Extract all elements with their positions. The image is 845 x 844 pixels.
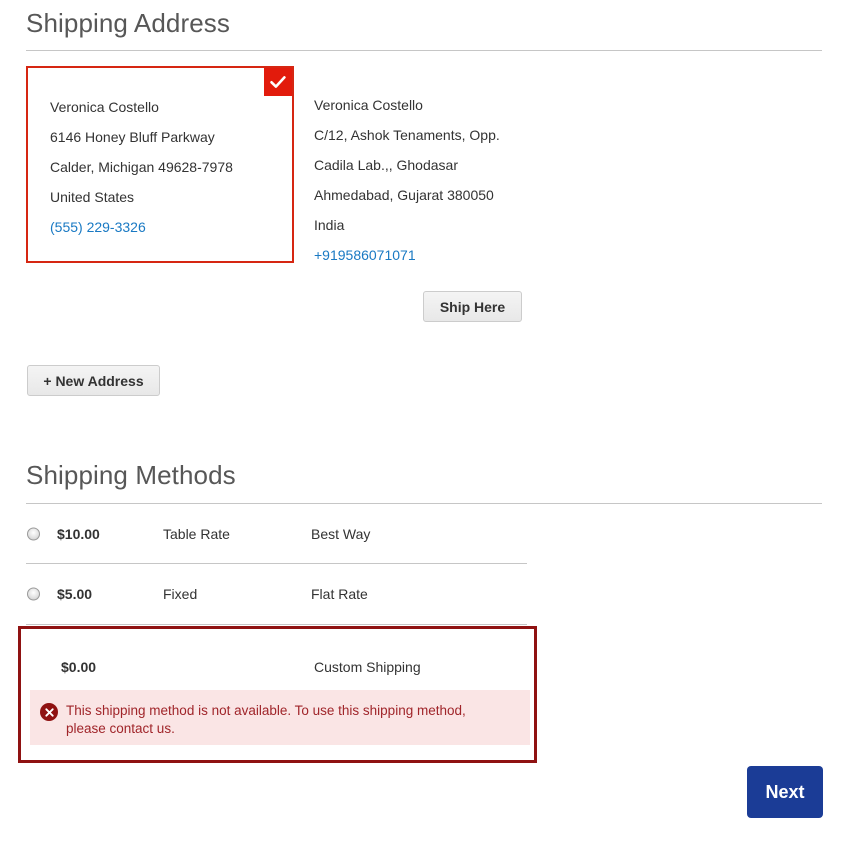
- shipping-price: $5.00: [57, 586, 93, 602]
- address-name: Veronica Costello: [314, 97, 423, 113]
- address-street: 6146 Honey Bluff Parkway: [50, 129, 215, 145]
- shipping-address-divider: [26, 50, 822, 51]
- table-row-divider: [26, 624, 527, 625]
- shipping-method-name: Flat Rate: [311, 586, 368, 602]
- page-title-shipping-address: Shipping Address: [26, 8, 230, 38]
- table-row-unavailable[interactable]: $0.00 Custom Shipping This shipping meth…: [18, 626, 537, 763]
- error-circle-x-icon: [40, 703, 58, 721]
- address-phone-link[interactable]: +919586071071: [314, 240, 614, 270]
- page-title-shipping-methods: Shipping Methods: [26, 460, 236, 490]
- error-message-text: This shipping method is not available. T…: [66, 703, 466, 736]
- address-street: C/12, Ashok Tenaments, Opp.: [314, 127, 500, 143]
- shipping-methods-divider: [26, 503, 822, 504]
- next-button[interactable]: Next: [747, 766, 823, 818]
- shipping-carrier: Fixed: [163, 586, 198, 602]
- address-street-2: Cadila Lab.,, Ghodasar: [314, 157, 458, 173]
- shipping-carrier: Table Rate: [163, 526, 230, 542]
- address-name: Veronica Costello: [50, 99, 159, 115]
- table-row[interactable]: $10.00 Table Rate Best Way: [0, 505, 845, 563]
- table-row[interactable]: $5.00 Fixed Flat Rate: [0, 565, 845, 623]
- table-row-divider: [26, 563, 527, 564]
- address-card-selected[interactable]: Veronica Costello 6146 Honey Bluff Parkw…: [26, 66, 294, 263]
- shipping-method-name: Custom Shipping: [314, 659, 421, 675]
- new-address-button[interactable]: + New Address: [27, 365, 160, 396]
- shipping-unavailable-message: This shipping method is not available. T…: [30, 690, 530, 745]
- shipping-method-name: Best Way: [311, 526, 371, 542]
- shipping-price: $0.00: [61, 659, 97, 675]
- address-country: United States: [50, 189, 135, 205]
- address-city-region: Calder, Michigan 49628-7978: [50, 159, 233, 175]
- shipping-price: $10.00: [57, 526, 100, 542]
- shipping-method-radio[interactable]: [27, 527, 40, 541]
- address-card-secondary[interactable]: Veronica Costello C/12, Ashok Tenaments,…: [314, 90, 614, 270]
- shipping-method-radio[interactable]: [27, 587, 40, 601]
- ship-here-button[interactable]: Ship Here: [423, 291, 522, 322]
- selected-check-icon: [264, 68, 292, 96]
- address-country: India: [314, 217, 345, 233]
- address-phone-link[interactable]: (555) 229-3326: [50, 212, 292, 242]
- address-city-region: Ahmedabad, Gujarat 380050: [314, 187, 494, 203]
